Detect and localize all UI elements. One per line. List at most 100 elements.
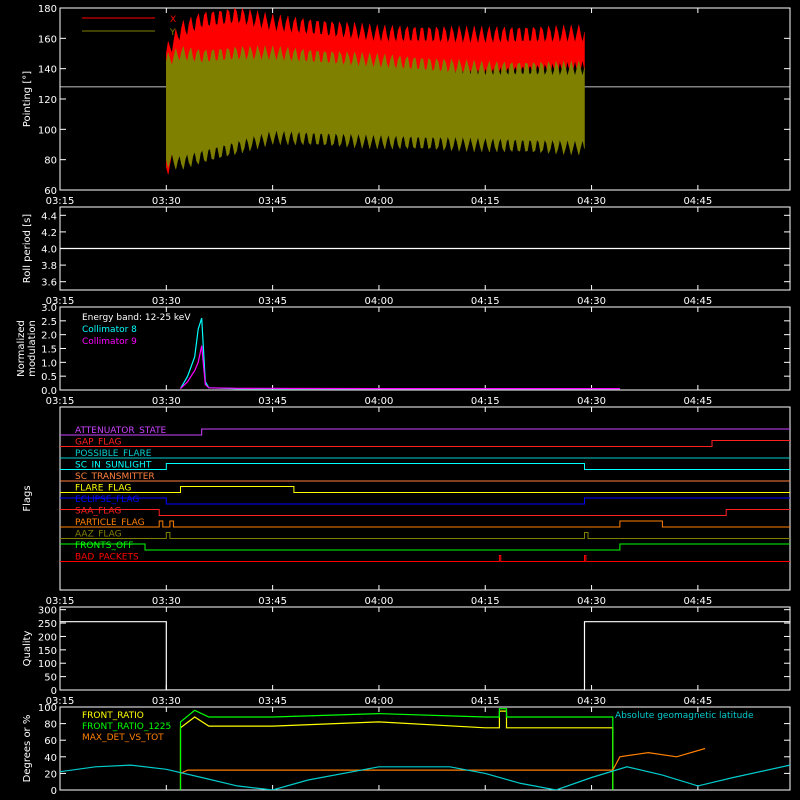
x-tick-label: 04:30: [577, 296, 606, 307]
y-tick-label: 120: [38, 95, 57, 106]
series-line-max-det-vs-tot: [180, 747, 706, 774]
legend-label: FRONT_RATIO: [82, 711, 144, 721]
x-tick-label: 03:30: [152, 396, 181, 407]
x-tick-label: 03:15: [46, 196, 75, 207]
flag-label: SC_TRANSMITTER: [75, 472, 155, 482]
flag-label: GAP_FLAG: [75, 438, 121, 448]
x-tick-label: 04:00: [365, 596, 394, 607]
flag-label: ATTENUATOR_STATE: [75, 426, 167, 436]
x-tick-label: 04:30: [577, 196, 606, 207]
flag-label: FLARE_FLAG: [75, 484, 131, 494]
x-tick-label: 04:30: [577, 696, 606, 707]
flag-label: AAZ_FLAG: [75, 530, 122, 540]
x-tick-label: 03:30: [152, 596, 181, 607]
flag-line-aaz-flag: [60, 532, 790, 539]
panel-roll: 03:15 03:30 03:45 04:00 04:15 04:30 04:453.63.…: [22, 206, 791, 307]
y-tick-label: 150: [38, 646, 57, 657]
series-line-front-ratio-1225: [179, 708, 614, 790]
y-axis-label: Flags: [22, 485, 33, 511]
x-tick-label: 03:45: [258, 396, 287, 407]
y-tick-label: 4.2: [41, 228, 57, 239]
y-tick-label: 250: [38, 619, 57, 630]
legend-label: MAX_DET_VS_TOT: [82, 733, 164, 743]
x-tick-label: 04:00: [365, 396, 394, 407]
y-axis-label: Roll period [s]: [22, 214, 33, 283]
y-tick-label: 40: [44, 753, 57, 764]
energy-band-annotation: Energy band: 12-25 keV: [82, 313, 191, 323]
y-tick-label: 60: [44, 736, 57, 747]
series-line-front-ratio: [179, 710, 614, 790]
y-tick-label: 50: [44, 673, 57, 684]
panel-flags: 03:15 03:30 03:45 04:00 04:15 04:30 04:45Flags…: [22, 406, 791, 607]
y-tick-label: 200: [38, 632, 57, 643]
legend-label: FRONT_RATIO_1225: [82, 722, 171, 732]
panel-modulation: 03:15 03:30 03:45 04:00 04:15 04:30 04:45 0.0 0.…: [16, 303, 791, 407]
y-axis-label: Pointing [°]: [22, 71, 33, 127]
x-tick-label: 03:45: [258, 696, 287, 707]
x-tick-label: 04:30: [577, 596, 606, 607]
legend-label: Collimator 8: [82, 325, 137, 335]
x-tick-label: 03:30: [152, 696, 181, 707]
flag-line-sc-in-sunlight: [60, 463, 790, 470]
y-tick-label: 3.8: [41, 261, 57, 272]
legend-label: Y: [169, 28, 176, 38]
flag-line-fronts-off: [60, 543, 790, 551]
y-tick-label: 0: [51, 786, 57, 797]
flag-line-eclipse-flag: [60, 497, 790, 505]
flag-line-attenuator-state: [60, 428, 790, 436]
y-tick-label: 100: [38, 659, 57, 670]
series-line-collimator-9: [180, 345, 620, 390]
y-tick-label: 60: [44, 186, 57, 197]
flag-label: POSSIBLE_FLARE: [75, 449, 152, 459]
y-tick-label: 300: [38, 606, 57, 617]
y-tick-label: 3.6: [41, 278, 57, 289]
x-tick-label: 03:45: [258, 296, 287, 307]
flag-label: SAA_FLAG: [75, 507, 121, 517]
flag-label: PARTICLE_FLAG: [75, 518, 145, 528]
y-tick-label: 1.0: [41, 358, 57, 369]
flag-line-gap-flag: [60, 440, 790, 447]
y-tick-label: 2.5: [41, 317, 57, 328]
x-tick-label: 04:45: [683, 196, 712, 207]
x-tick-label: 04:45: [683, 396, 712, 407]
x-tick-label: 04:45: [683, 696, 712, 707]
y-tick-label: 80: [44, 720, 57, 731]
data-layer: [60, 621, 790, 690]
y-tick-label: 4.0: [41, 245, 57, 256]
y-tick-label: 2.0: [41, 331, 57, 342]
y-tick-label: 80: [44, 156, 57, 167]
panel-frame: [59, 606, 791, 691]
x-tick-label: 04:15: [471, 196, 500, 207]
y-tick-label: 140: [38, 65, 57, 76]
y-tick-label: 20: [44, 769, 57, 780]
flag-label: ECLIPSE_FLAG: [75, 495, 139, 505]
flag-label: SC_IN_SUNLIGHT: [75, 461, 152, 471]
flag-label: BAD_PACKETS: [75, 553, 139, 563]
y-axis-label: Normalizedmodulation: [16, 320, 38, 377]
data-layer: [179, 317, 620, 390]
x-tick-label: 03:45: [258, 196, 287, 207]
x-tick-label: 04:15: [471, 596, 500, 607]
y-tick-label: 100: [38, 703, 57, 714]
x-tick-label: 04:00: [365, 696, 394, 707]
series-line-absolute-geomagnetic-latitude: [60, 764, 790, 790]
y-axis-label: Quality: [22, 631, 33, 667]
panel-quality: 03:15 03:30 03:45 04:00 04:15 04:30 04:4505010…: [22, 606, 791, 707]
legend-label: Absolute geomagnetic latitude: [615, 711, 754, 721]
x-tick-label: 04:15: [471, 696, 500, 707]
x-tick-label: 03:15: [46, 396, 75, 407]
y-tick-label: 0.5: [41, 372, 57, 383]
series-line-quality: [60, 621, 790, 690]
y-tick-label: 180: [38, 4, 57, 15]
flag-line-saa-flag: [60, 509, 790, 516]
x-tick-label: 04:30: [577, 396, 606, 407]
y-tick-label: 3.0: [41, 303, 57, 314]
x-tick-label: 04:15: [471, 296, 500, 307]
data-layer: [60, 428, 790, 562]
x-tick-label: 03:45: [258, 596, 287, 607]
flag-label: FRONTS_OFF: [75, 541, 133, 551]
y-tick-label: 1.5: [41, 345, 57, 356]
flag-line-bad-packets: [60, 555, 790, 562]
panel-pointing: 03:15 03:30 03:45 04:00 04:15 04:30 04:45 60 80 1…: [22, 4, 791, 207]
y-tick-label: 0.0: [41, 386, 57, 397]
